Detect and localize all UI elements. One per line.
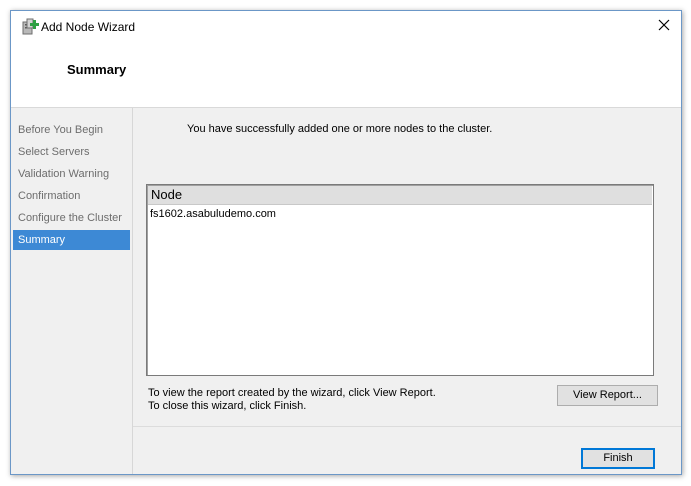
close-icon bbox=[658, 18, 670, 36]
close-instruction: To close this wizard, click Finish. bbox=[148, 400, 307, 412]
sidebar-step-configure-cluster: Configure the Cluster bbox=[18, 212, 122, 224]
window-title: Add Node Wizard bbox=[41, 20, 136, 34]
view-report-button[interactable]: View Report... bbox=[557, 385, 658, 406]
column-header-node[interactable]: Node bbox=[148, 186, 652, 205]
footer-divider bbox=[133, 426, 681, 427]
step-sidebar: Before You Begin Select Servers Validati… bbox=[11, 108, 133, 474]
sidebar-step-summary: Summary bbox=[13, 230, 130, 250]
sidebar-step-select-servers: Select Servers bbox=[18, 146, 90, 158]
wizard-body: Before You Begin Select Servers Validati… bbox=[11, 108, 681, 474]
close-button[interactable] bbox=[647, 11, 681, 42]
wizard-header: Summary bbox=[11, 42, 681, 108]
wizard-window: Add Node Wizard Summary Before You Begin… bbox=[10, 10, 682, 475]
title-bar[interactable]: Add Node Wizard bbox=[11, 11, 681, 42]
list-item[interactable]: fs1602.asabuludemo.com bbox=[147, 206, 653, 222]
finish-button[interactable]: Finish bbox=[581, 448, 655, 469]
sidebar-step-before-you-begin: Before You Begin bbox=[18, 124, 104, 136]
sidebar-step-validation-warning: Validation Warning bbox=[18, 168, 110, 180]
cluster-node-add-icon bbox=[22, 18, 39, 35]
sidebar-step-confirmation: Confirmation bbox=[18, 190, 81, 202]
success-message: You have successfully added one or more … bbox=[187, 123, 493, 135]
view-report-instruction: To view the report created by the wizard… bbox=[148, 387, 436, 399]
page-title: Summary bbox=[67, 62, 127, 77]
wizard-content: You have successfully added one or more … bbox=[133, 108, 681, 474]
nodes-list[interactable]: Node fs1602.asabuludemo.com bbox=[146, 184, 654, 376]
